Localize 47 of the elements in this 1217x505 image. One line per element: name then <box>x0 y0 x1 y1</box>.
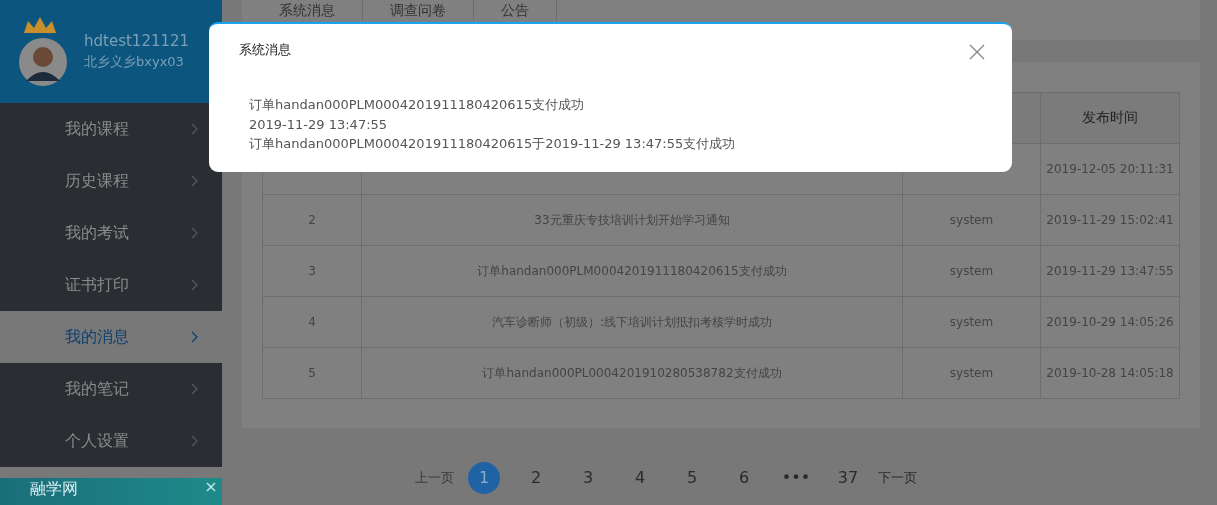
chevron-icon <box>191 383 198 395</box>
close-icon[interactable] <box>969 44 985 60</box>
message-text: 订单handan000PLM0004201911180420615支付成功 <box>249 96 586 114</box>
table-cell: system <box>902 347 1041 399</box>
sidebar-item[interactable]: 个人设置 <box>0 415 222 467</box>
tab[interactable]: 系统消息 <box>252 0 363 20</box>
table-cell: 5 <box>262 347 362 399</box>
dialog-title: 系统消息 <box>239 41 291 59</box>
chevron-icon <box>191 227 198 239</box>
chevron-icon <box>191 175 198 187</box>
table-cell: system <box>902 194 1041 246</box>
ad-text: 融学网 <box>30 478 78 500</box>
column-header: 发布时间 <box>1040 92 1180 144</box>
page-button[interactable]: 3 <box>562 462 614 494</box>
user-name: hdtest121121 <box>84 32 190 50</box>
sidebar-item[interactable]: 我的笔记 <box>0 363 222 415</box>
tab[interactable]: 公告 <box>474 0 557 20</box>
tab[interactable]: 调查问卷 <box>363 0 474 20</box>
table-cell: 2019-10-29 14:05:26 <box>1040 296 1180 348</box>
table-cell[interactable]: 33元重庆专技培训计划开始学习通知 <box>361 194 903 246</box>
message-text: 2019-11-29 13:47:55 <box>249 115 389 134</box>
chevron-icon <box>191 435 198 447</box>
page-button[interactable]: 6 <box>718 462 770 494</box>
page-button[interactable]: 37 <box>822 462 874 494</box>
page-button[interactable]: ••• <box>770 462 822 494</box>
chevron-icon <box>191 123 198 135</box>
table-cell: 2 <box>262 194 362 246</box>
ad-banner[interactable]: 融学网 <box>0 478 222 505</box>
page-button[interactable]: 4 <box>614 462 666 494</box>
table-cell: 2019-12-05 20:11:31 <box>1040 143 1180 195</box>
table-cell: 2019-11-29 13:47:55 <box>1040 245 1180 297</box>
chevron-icon <box>191 279 198 291</box>
table-cell: 3 <box>262 245 362 297</box>
table-cell: 4 <box>262 296 362 348</box>
table-cell: 2019-10-28 14:05:18 <box>1040 347 1180 399</box>
sidebar-item[interactable]: 我的考试 <box>0 207 222 259</box>
sidebar-item[interactable]: 证书打印 <box>0 259 222 311</box>
user-organization: 北乡义乡bxyx03 <box>84 53 185 71</box>
table-cell: system <box>902 296 1041 348</box>
chevron-icon <box>191 331 198 343</box>
table-cell: system <box>902 245 1041 297</box>
sidebar-item[interactable]: 历史课程 <box>0 155 222 207</box>
message-text: 订单handan000PLM0004201911180420615于2019-11-29 13:47:55支付成功 <box>249 135 736 153</box>
page-button[interactable]: 5 <box>666 462 718 494</box>
avatar-icon <box>16 16 70 87</box>
table-cell: 2019-11-29 15:02:41 <box>1040 194 1180 246</box>
page-button[interactable]: 2 <box>510 462 562 494</box>
